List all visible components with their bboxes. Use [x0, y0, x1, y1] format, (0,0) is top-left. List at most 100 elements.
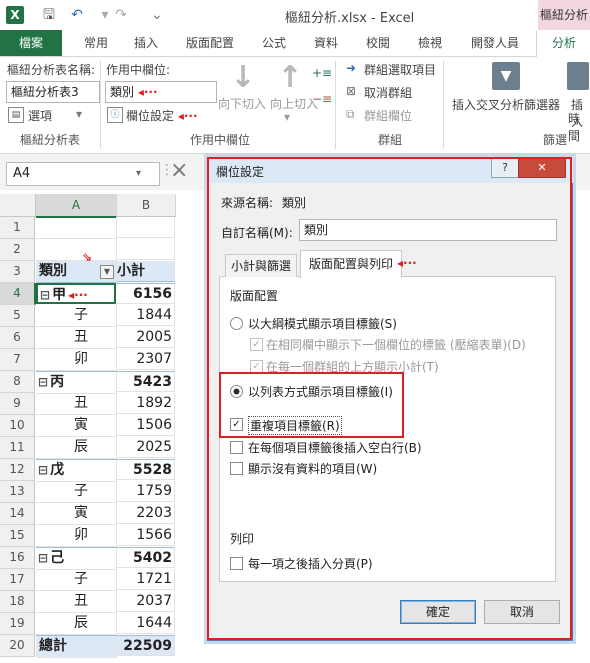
active-field-input[interactable]: 類別 ◂···: [105, 81, 217, 103]
cell-a5[interactable]: 子: [36, 305, 117, 327]
ungroup-button[interactable]: 取消群組: [364, 84, 412, 101]
custom-name-input[interactable]: 類別: [299, 219, 557, 241]
cell-a18[interactable]: 丑: [36, 591, 117, 613]
pivot-name-input[interactable]: 樞紐分析表3: [6, 81, 100, 103]
cell-b11[interactable]: 2025: [117, 437, 175, 458]
cell-a13[interactable]: 子: [36, 481, 117, 503]
cell-b9[interactable]: 1892: [117, 393, 175, 414]
cell-a17[interactable]: 子: [36, 569, 117, 591]
tab-view[interactable]: 檢視: [410, 30, 450, 56]
radio-outline[interactable]: [230, 317, 243, 330]
tab-layout-print[interactable]: 版面配置與列印: [300, 250, 402, 278]
row-header[interactable]: 14: [0, 503, 35, 525]
collapse-icon[interactable]: ⊟: [38, 463, 48, 477]
cell-a8[interactable]: ⊟ 丙: [36, 371, 117, 394]
cell-b2[interactable]: [117, 239, 175, 260]
redo-icon[interactable]: ↷: [112, 6, 130, 24]
tab-subtotals-filters[interactable]: 小計與篩選: [225, 254, 297, 277]
cell-a6[interactable]: 丑: [36, 327, 117, 349]
cell-b4[interactable]: 6156: [117, 283, 175, 304]
row-header[interactable]: 4: [0, 283, 36, 305]
cell-b14[interactable]: 2203: [117, 503, 175, 524]
group-selection-button[interactable]: 群組選取項目: [364, 61, 436, 78]
row-header[interactable]: 6: [0, 327, 35, 349]
drill-down-button[interactable]: 向下切入: [218, 95, 266, 112]
customize-qat-icon[interactable]: ⌄: [148, 6, 166, 24]
tab-home[interactable]: 常用: [74, 30, 118, 56]
row-header[interactable]: 2: [0, 239, 35, 261]
undo-icon[interactable]: ↶: [68, 6, 86, 24]
cell-b6[interactable]: 2005: [117, 327, 175, 348]
cell-a10[interactable]: 寅: [36, 415, 117, 437]
checkbox-page-break[interactable]: [230, 557, 243, 570]
cell-a2[interactable]: [36, 239, 117, 261]
group-field-button[interactable]: 群組欄位: [364, 107, 412, 124]
cell-a14[interactable]: 寅: [36, 503, 117, 525]
collapse-icon[interactable]: ⊟: [38, 551, 48, 565]
tab-review[interactable]: 校閱: [358, 30, 398, 56]
cell-b18[interactable]: 2037: [117, 591, 175, 612]
row-header[interactable]: 20: [0, 635, 35, 657]
row-header[interactable]: 10: [0, 415, 35, 437]
cell-b15[interactable]: 1566: [117, 525, 175, 546]
row-header[interactable]: 18: [0, 591, 35, 613]
row-header[interactable]: 7: [0, 349, 35, 371]
cell-a15[interactable]: 卯: [36, 525, 117, 547]
help-button[interactable]: ?: [491, 158, 519, 178]
tab-developer[interactable]: 開發人員: [462, 30, 528, 56]
cell-a9[interactable]: 丑: [36, 393, 117, 415]
row-header[interactable]: 13: [0, 481, 35, 503]
row-header[interactable]: 8: [0, 371, 35, 393]
collapse-icon[interactable]: ⊟: [40, 288, 50, 302]
row-header[interactable]: 11: [0, 437, 35, 459]
insert-slicer-button[interactable]: 插入交叉分析篩選器: [452, 96, 560, 113]
cell-b8[interactable]: 5423: [117, 371, 175, 392]
checkbox-show-no-data[interactable]: [230, 462, 243, 475]
column-header-b[interactable]: B: [117, 194, 176, 217]
row-header[interactable]: 16: [0, 547, 35, 569]
options-dropdown-icon[interactable]: ▾: [76, 107, 82, 121]
ok-button[interactable]: 確定: [400, 600, 476, 624]
cell-a4[interactable]: ⊟ 甲 ◂···: [36, 283, 116, 304]
row-header[interactable]: 17: [0, 569, 35, 591]
cell-b3[interactable]: 小計: [117, 261, 175, 282]
expand-field-icon[interactable]: +≡: [312, 66, 332, 80]
cancel-button[interactable]: 取消: [484, 600, 560, 624]
column-header-a[interactable]: A: [36, 194, 117, 218]
row-header[interactable]: 15: [0, 525, 35, 547]
cell-a20[interactable]: 總計: [36, 635, 117, 658]
options-button[interactable]: 選項: [28, 107, 52, 124]
cell-a11[interactable]: 辰: [36, 437, 117, 459]
close-button[interactable]: ✕: [518, 158, 566, 178]
cell-b20[interactable]: 22509: [117, 635, 175, 656]
save-icon[interactable]: 🖫: [40, 6, 58, 24]
checkbox-compact-form[interactable]: ✓: [250, 338, 263, 351]
field-settings-button[interactable]: 欄位設定 ◂···: [126, 107, 198, 124]
cell-b1[interactable]: [117, 217, 175, 238]
cell-a1[interactable]: [36, 217, 117, 239]
tab-data[interactable]: 資料: [306, 30, 346, 56]
cell-b7[interactable]: 2307: [117, 349, 175, 370]
select-all-corner[interactable]: [0, 194, 36, 217]
tab-page-layout[interactable]: 版面配置: [178, 30, 242, 56]
cell-b10[interactable]: 1506: [117, 415, 175, 436]
tab-insert[interactable]: 插入: [124, 30, 168, 56]
checkbox-blank-line[interactable]: [230, 441, 243, 454]
cell-a19[interactable]: 辰: [36, 613, 117, 635]
row-header[interactable]: 3: [0, 261, 35, 283]
drill-up-dropdown-icon[interactable]: ▾: [284, 110, 290, 124]
tab-file[interactable]: 檔案: [0, 30, 62, 56]
collapse-field-icon[interactable]: −≡: [312, 92, 332, 106]
cell-b19[interactable]: 1644: [117, 613, 175, 634]
tab-formulas[interactable]: 公式: [254, 30, 294, 56]
cell-a7[interactable]: 卯: [36, 349, 117, 371]
filter-dropdown-icon[interactable]: ▼: [100, 265, 114, 279]
cell-b5[interactable]: 1844: [117, 305, 175, 326]
row-header[interactable]: 5: [0, 305, 35, 327]
cell-b12[interactable]: 5528: [117, 459, 175, 480]
cell-a12[interactable]: ⊟ 戊: [36, 459, 117, 482]
cancel-icon[interactable]: ×: [170, 158, 188, 183]
row-header[interactable]: 12: [0, 459, 35, 481]
cell-a16[interactable]: ⊟ 己: [36, 547, 117, 570]
cell-b16[interactable]: 5402: [117, 547, 175, 568]
